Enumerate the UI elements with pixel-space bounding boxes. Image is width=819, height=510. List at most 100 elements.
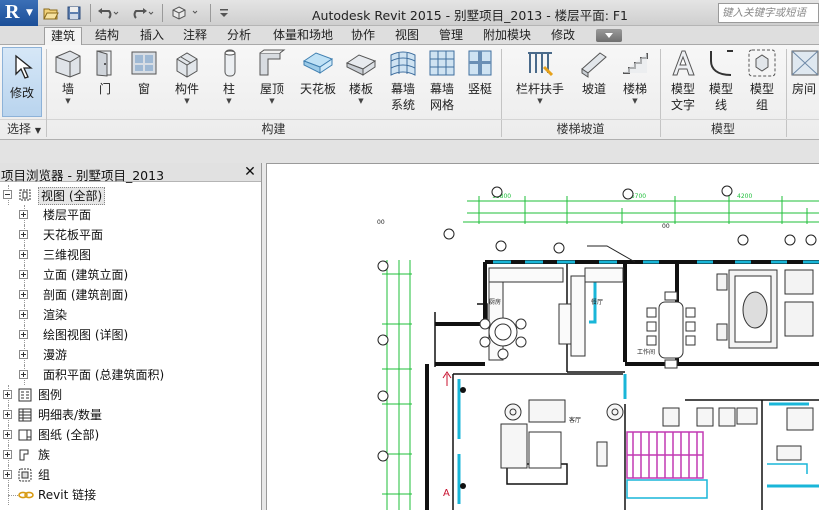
project-browser-header: 项目浏览器 - 别墅项目_2013 ✕: [0, 163, 261, 183]
model-group-button[interactable]: 模型 组: [744, 47, 780, 113]
ramp-label: 坡道: [581, 82, 606, 96]
door-icon: [96, 50, 112, 77]
wall-button[interactable]: 墙 ▼: [50, 47, 86, 105]
room-label-dining: 餐厅: [591, 298, 603, 306]
model-line-icon: [710, 50, 733, 76]
tree-item[interactable]: 明细表/数量: [0, 405, 260, 425]
expand-icon[interactable]: [19, 250, 28, 259]
tab-modify[interactable]: 修改: [544, 27, 582, 45]
window-icon: [131, 51, 157, 75]
expand-icon[interactable]: [19, 350, 28, 359]
collapse-icon[interactable]: [3, 190, 12, 199]
ribbon-panel: 修改 墙 ▼ 门 窗 构件 ▼ 柱 ▼ 屋顶 ▼ 天花板 楼板 ▼ 幕墙 系统 …: [0, 45, 819, 140]
tab-add-ins[interactable]: 附加模块: [477, 27, 537, 45]
room-button[interactable]: 房间: [789, 47, 819, 97]
roof-button[interactable]: 屋顶 ▼: [254, 47, 290, 105]
expand-icon[interactable]: [3, 450, 12, 459]
expand-icon[interactable]: [19, 210, 28, 219]
project-browser-title: 项目浏览器 - 别墅项目_2013: [1, 168, 165, 183]
tab-architecture[interactable]: 建筑: [44, 27, 82, 46]
tab-manage[interactable]: 管理: [432, 27, 470, 45]
3d-view-icon[interactable]: [170, 3, 204, 23]
tree-item[interactable]: 渲染: [0, 305, 260, 325]
expand-icon[interactable]: [19, 290, 28, 299]
expand-icon[interactable]: [3, 390, 12, 399]
curtain-grid-button[interactable]: 幕墙 网格: [424, 47, 460, 113]
search-input[interactable]: [719, 4, 818, 22]
door-button[interactable]: 门: [89, 47, 121, 97]
group-label-select[interactable]: 选择 ▼: [2, 120, 46, 138]
customize-toolbar-icon[interactable]: [215, 3, 233, 23]
tree-item[interactable]: 楼层平面: [0, 205, 260, 225]
model-line-button[interactable]: 模型 线: [704, 47, 738, 113]
ceiling-icon: [302, 52, 334, 74]
railing-button[interactable]: 栏杆扶手 ▼: [510, 47, 570, 105]
tab-massing-site[interactable]: 体量和场地: [266, 27, 340, 45]
undo-icon[interactable]: [95, 3, 121, 23]
tree-item[interactable]: 面积平面 (总建筑面积): [0, 365, 260, 385]
tree-item[interactable]: 立面 (建筑立面): [0, 265, 260, 285]
tree-item[interactable]: 三维视图: [0, 245, 260, 265]
legend-icon: [18, 388, 32, 402]
tab-annotate[interactable]: 注释: [176, 27, 214, 45]
group-label-build: 构建: [261, 122, 286, 136]
schedule-icon: [18, 408, 32, 422]
tree-item-label: 面积平面 (总建筑面积): [43, 368, 165, 382]
expand-icon[interactable]: [19, 330, 28, 339]
app-menu-button[interactable]: R ▼: [0, 0, 38, 26]
tree-item[interactable]: 组: [0, 465, 260, 485]
close-icon[interactable]: ✕: [243, 164, 257, 180]
open-icon[interactable]: [41, 3, 61, 23]
tree-item[interactable]: 漫游: [0, 345, 260, 365]
floor-plan-drawing[interactable]: 11800 15700 4200 厨房 餐厅 客厅 工作间 00 00 A: [267, 164, 819, 510]
modify-button[interactable]: 修改: [2, 47, 42, 117]
tab-collaborate[interactable]: 协作: [344, 27, 382, 45]
expand-icon[interactable]: [3, 410, 12, 419]
window-button[interactable]: 窗: [128, 47, 160, 97]
ramp-button[interactable]: 坡道: [577, 47, 611, 97]
floor-button[interactable]: 楼板 ▼: [343, 47, 379, 105]
expand-icon[interactable]: [3, 470, 12, 479]
expand-icon[interactable]: [19, 310, 28, 319]
group-label-circulation: 楼梯坡道: [556, 122, 605, 136]
tree-item[interactable]: Revit 链接: [0, 485, 260, 505]
expand-icon[interactable]: [19, 370, 28, 379]
tab-insert[interactable]: 插入: [133, 27, 171, 45]
tree-item[interactable]: 族: [0, 445, 260, 465]
room-label: 房间: [791, 82, 816, 96]
ribbon-options-button[interactable]: [596, 29, 622, 42]
redo-icon[interactable]: [130, 3, 156, 23]
tab-analyze[interactable]: 分析: [220, 27, 258, 45]
tab-view[interactable]: 视图: [388, 27, 426, 45]
curtain-system-label-2: 系统: [390, 98, 415, 112]
model-text-button[interactable]: 模型 文字: [665, 47, 701, 113]
save-icon[interactable]: [64, 3, 84, 23]
tree-item[interactable]: 图纸 (全部): [0, 425, 260, 445]
model-group-label-2: 组: [755, 98, 768, 112]
group-icon: [18, 468, 32, 482]
ribbon-tabs: 建筑 结构 插入 注释 分析 体量和场地 协作 视图 管理 附加模块 修改: [0, 26, 819, 46]
floor-label: 楼板: [348, 82, 373, 96]
tree-item[interactable]: 绘图视图 (详图): [0, 325, 260, 345]
tree-item[interactable]: 视图 (全部): [0, 185, 260, 205]
mullion-button[interactable]: 竖梃: [462, 47, 498, 97]
stair-button[interactable]: 楼梯 ▼: [617, 47, 653, 105]
search-box[interactable]: [718, 3, 819, 23]
column-button[interactable]: 柱 ▼: [214, 47, 244, 105]
sheet-icon: [18, 428, 32, 442]
room-label-living: 客厅: [569, 416, 581, 424]
tree-item[interactable]: 天花板平面: [0, 225, 260, 245]
tree-item-label: 剖面 (建筑剖面): [43, 288, 129, 302]
tree-item[interactable]: 图例: [0, 385, 260, 405]
expand-icon[interactable]: [19, 230, 28, 239]
expand-icon[interactable]: [3, 430, 12, 439]
drawing-canvas[interactable]: 11800 15700 4200 厨房 餐厅 客厅 工作间 00 00 A: [266, 163, 819, 510]
svg-text:00: 00: [377, 219, 385, 226]
component-button[interactable]: 构件 ▼: [169, 47, 205, 105]
views-icon: [18, 188, 32, 202]
ceiling-button[interactable]: 天花板: [296, 47, 340, 97]
tree-item[interactable]: 剖面 (建筑剖面): [0, 285, 260, 305]
tab-structure[interactable]: 结构: [88, 27, 126, 45]
expand-icon[interactable]: [19, 270, 28, 279]
curtain-system-button[interactable]: 幕墙 系统: [385, 47, 421, 113]
